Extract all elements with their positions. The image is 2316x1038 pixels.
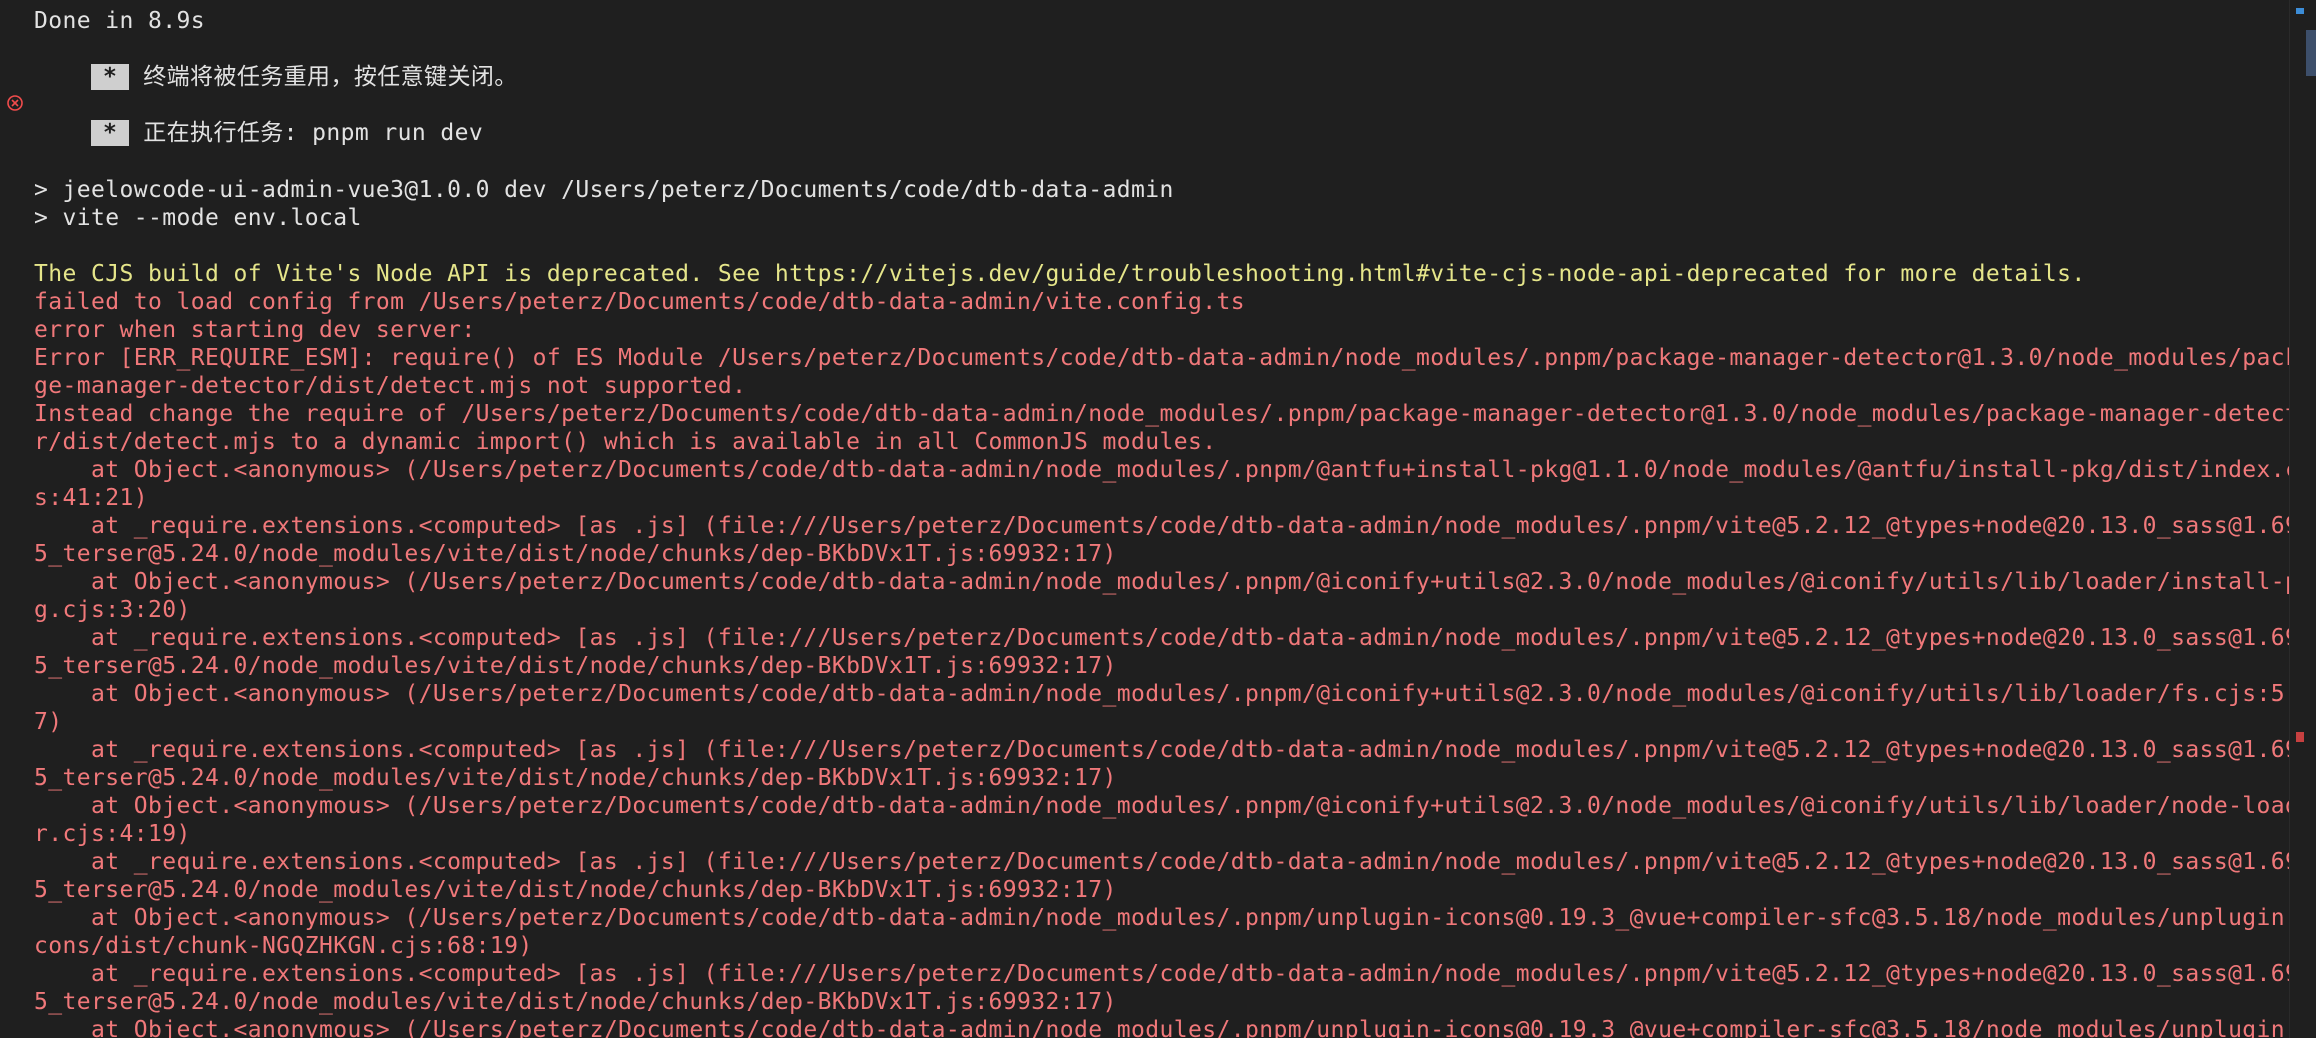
running-task-line: * 正在执行任务: pnpm run dev [34,91,483,146]
error-line: 5_terser@5.24.0/node_modules/vite/dist/n… [34,765,1117,791]
error-line: 5_terser@5.24.0/node_modules/vite/dist/n… [34,989,1117,1015]
deprecation-warning: The CJS build of Vite's Node API is depr… [34,261,2086,287]
error-line: at Object.<anonymous> (/Users/peterz/Doc… [34,1017,2314,1038]
terminal-panel[interactable]: Done in 8.9s * 终端将被任务重用，按任意键关闭。 * 正在执行任务: … [0,0,2316,1038]
error-line: g.cjs:3:20) [34,597,191,623]
error-line: at Object.<anonymous> (/Users/peterz/Doc… [34,569,2314,595]
scrollbar-selection-marker [2296,8,2304,14]
error-line: s:41:21) [34,485,148,511]
done-line: Done in 8.9s [34,8,205,34]
error-line: at _require.extensions.<computed> [as .j… [34,849,2314,875]
error-line: cons/dist/chunk-NGQZHKGN.cjs:68:19) [34,933,533,959]
error-line: ge-manager-detector/dist/detect.mjs not … [34,373,747,399]
error-line: failed to load config from /Users/peterz… [34,289,1246,315]
error-line: 5_terser@5.24.0/node_modules/vite/dist/n… [34,653,1117,679]
reuse-message: 终端将被任务重用，按任意键关闭。 [143,64,518,90]
error-line: r.cjs:4:19) [34,821,191,847]
vertical-scrollbar[interactable] [2289,0,2316,1038]
error-line: at Object.<anonymous> (/Users/peterz/Doc… [34,905,2314,931]
error-line: at _require.extensions.<computed> [as .j… [34,961,2314,987]
error-line: r/dist/detect.mjs to a dynamic import() … [34,429,1217,455]
error-line: 7) [34,709,63,735]
error-line: at _require.extensions.<computed> [as .j… [34,737,2314,763]
command-line-1: > jeelowcode-ui-admin-vue3@1.0.0 dev /Us… [34,177,1174,203]
error-line: at Object.<anonymous> (/Users/peterz/Doc… [34,457,2314,483]
reuse-message-line: * 终端将被任务重用，按任意键关闭。 [34,35,518,90]
error-line: 5_terser@5.24.0/node_modules/vite/dist/n… [34,541,1117,567]
error-line: at Object.<anonymous> (/Users/peterz/Doc… [34,793,2314,819]
error-line: at _require.extensions.<computed> [as .j… [34,625,2314,651]
scrollbar-thumb[interactable] [2306,30,2316,76]
error-line: Instead change the require of /Users/pet… [34,401,2314,427]
command-line-2: > vite --mode env.local [34,205,362,231]
running-message: 正在执行任务: pnpm run dev [143,120,484,146]
task-badge: * [91,64,130,90]
error-line: at _require.extensions.<computed> [as .j… [34,513,2314,539]
error-line: 5_terser@5.24.0/node_modules/vite/dist/n… [34,877,1117,903]
circle-x-icon[interactable] [6,94,24,112]
error-line: Error [ERR_REQUIRE_ESM]: require() of ES… [34,345,2314,371]
scrollbar-error-marker [2296,732,2304,742]
error-line: error when starting dev server: [34,317,476,343]
task-badge-running: * [91,120,130,146]
error-line: at Object.<anonymous> (/Users/peterz/Doc… [34,681,2314,707]
